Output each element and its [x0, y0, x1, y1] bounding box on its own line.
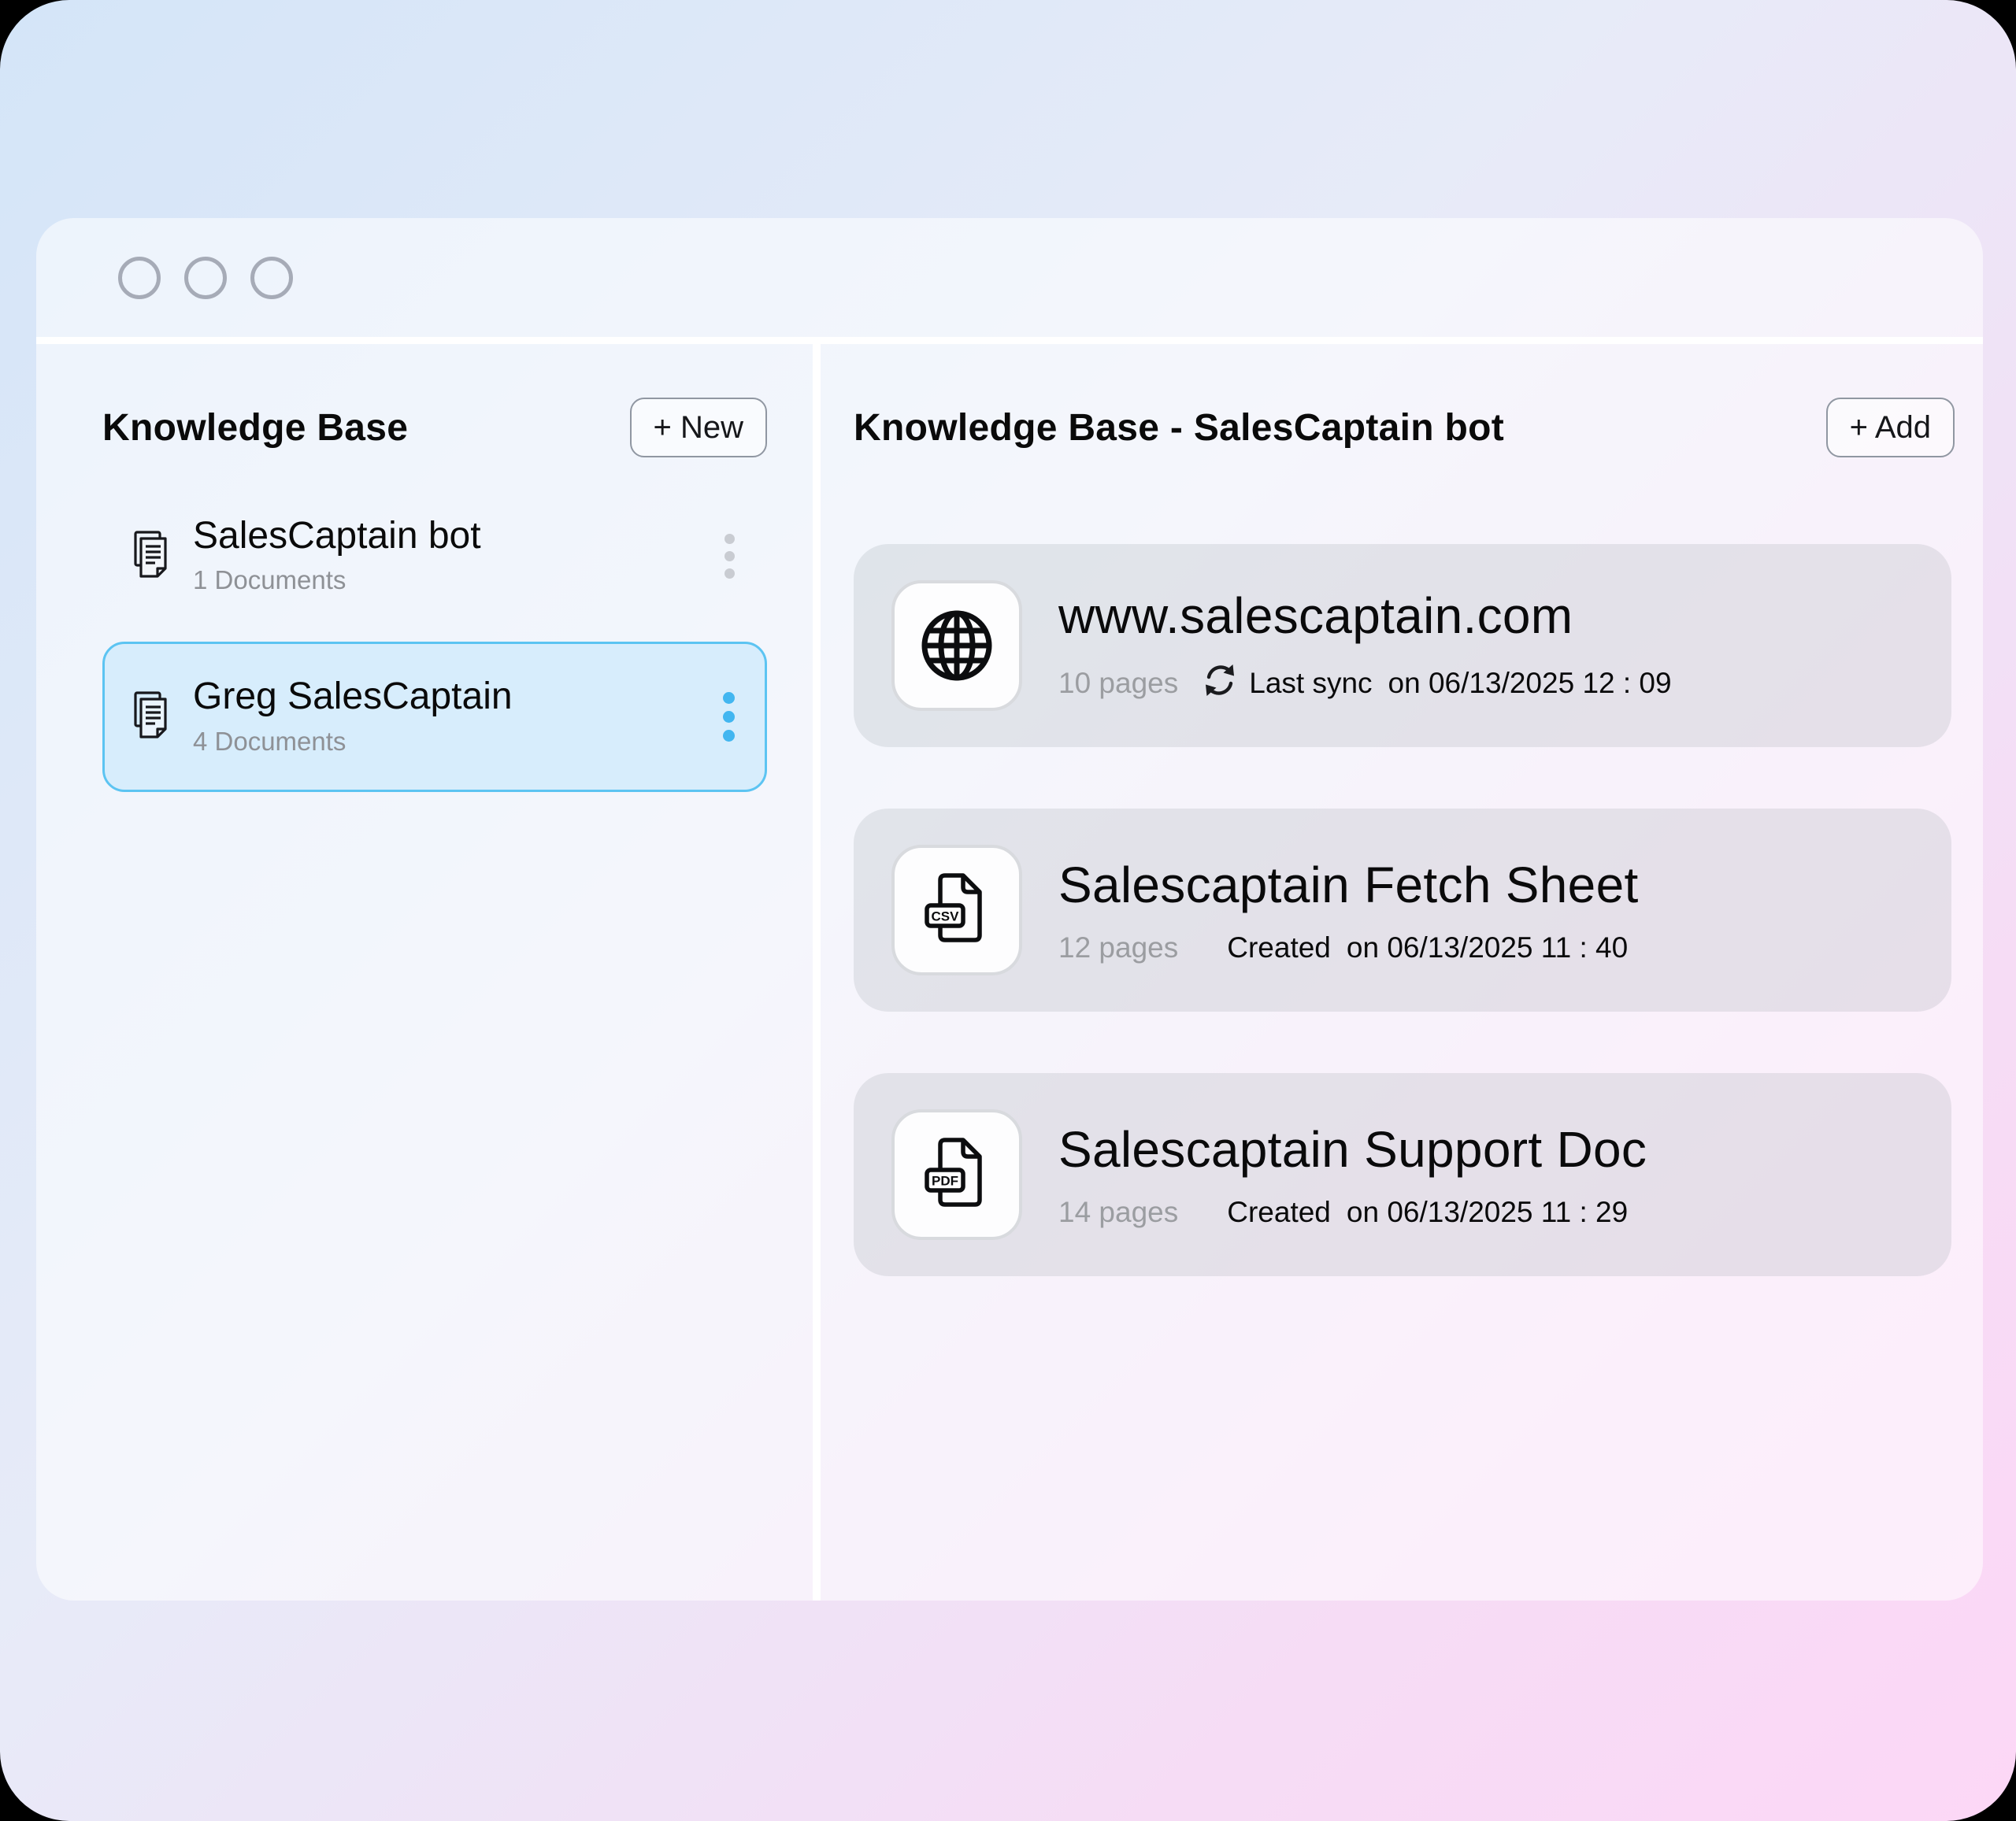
- svg-text:CSV: CSV: [932, 909, 960, 924]
- main-panel: Knowledge Base - SalesCaptain bot + Add: [821, 344, 1983, 1601]
- window-content: Knowledge Base + New: [36, 344, 1983, 1601]
- sidebar: Knowledge Base + New: [36, 344, 813, 1601]
- kebab-dot: [723, 692, 735, 704]
- main-header: Knowledge Base - SalesCaptain bot + Add: [854, 398, 1955, 457]
- sidebar-item-text: Greg SalesCaptain 4 Documents: [193, 677, 513, 756]
- card-body: Salescaptain Fetch Sheet 12 pages Create…: [1058, 856, 1639, 964]
- kebab-dot: [723, 711, 735, 723]
- document-cards: www.salescaptain.com 10 pages: [854, 544, 1955, 1276]
- card-pdf-document[interactable]: PDF Salescaptain Support Doc 14 pages Cr…: [854, 1073, 1951, 1276]
- documents-icon: [125, 528, 171, 584]
- card-body: Salescaptain Support Doc 14 pages Create…: [1058, 1120, 1647, 1229]
- card-status-label: Created: [1227, 931, 1331, 964]
- sidebar-item-subtitle: 4 Documents: [193, 727, 513, 757]
- kebab-dot: [724, 551, 735, 561]
- card-status-date: on 06/13/2025 11 : 40: [1347, 931, 1628, 964]
- svg-text:PDF: PDF: [932, 1174, 958, 1189]
- documents-icon: [125, 689, 171, 745]
- card-pages: 10 pages: [1058, 667, 1178, 700]
- add-button[interactable]: + Add: [1826, 398, 1955, 457]
- window-control-circle-2[interactable]: [184, 257, 227, 299]
- window-control-circle-3[interactable]: [250, 257, 293, 299]
- csv-file-icon: CSV: [891, 845, 1022, 975]
- card-status-label: Last sync: [1249, 667, 1372, 700]
- pdf-file-icon: PDF: [891, 1109, 1022, 1240]
- kebab-dot: [724, 568, 735, 579]
- sidebar-item-salescaptain-bot[interactable]: SalesCaptain bot 1 Documents: [102, 481, 767, 631]
- card-csv-document[interactable]: CSV Salescaptain Fetch Sheet 12 pages Cr…: [854, 809, 1951, 1012]
- app-window: Knowledge Base + New: [36, 218, 1983, 1601]
- card-website[interactable]: www.salescaptain.com 10 pages: [854, 544, 1951, 747]
- new-button[interactable]: + New: [630, 398, 768, 457]
- sidebar-item-greg-salescaptain[interactable]: Greg SalesCaptain 4 Documents: [102, 642, 767, 791]
- kebab-menu-icon[interactable]: [715, 529, 744, 583]
- card-meta: 12 pages Created on 06/13/2025 11 : 40: [1058, 931, 1639, 964]
- sidebar-item-title: SalesCaptain bot: [193, 516, 481, 556]
- card-title: Salescaptain Fetch Sheet: [1058, 856, 1639, 914]
- card-status-date: on 06/13/2025 12 : 09: [1388, 667, 1672, 700]
- kebab-menu-icon[interactable]: [713, 687, 744, 746]
- card-body: www.salescaptain.com 10 pages: [1058, 587, 1672, 705]
- card-pages: 12 pages: [1058, 931, 1178, 964]
- kebab-dot: [724, 534, 735, 544]
- sidebar-item-text: SalesCaptain bot 1 Documents: [193, 516, 481, 595]
- panel-divider: [813, 344, 821, 1601]
- main-title: Knowledge Base - SalesCaptain bot: [854, 406, 1504, 450]
- window-titlebar: [36, 218, 1983, 344]
- knowledge-base-list: SalesCaptain bot 1 Documents: [102, 481, 767, 792]
- sync-icon: [1202, 662, 1238, 705]
- kebab-dot: [723, 730, 735, 742]
- sidebar-header: Knowledge Base + New: [102, 398, 767, 457]
- card-pages: 14 pages: [1058, 1196, 1178, 1229]
- sidebar-item-subtitle: 1 Documents: [193, 565, 481, 595]
- sidebar-item-title: Greg SalesCaptain: [193, 677, 513, 716]
- globe-icon: [891, 580, 1022, 711]
- card-status-date: on 06/13/2025 11 : 29: [1347, 1196, 1628, 1229]
- sidebar-title: Knowledge Base: [102, 406, 408, 450]
- page-background: Knowledge Base + New: [0, 0, 2016, 1821]
- card-title: www.salescaptain.com: [1058, 587, 1672, 645]
- card-status-label: Created: [1227, 1196, 1331, 1229]
- card-title: Salescaptain Support Doc: [1058, 1120, 1647, 1179]
- card-meta: 10 pages: [1058, 662, 1672, 705]
- window-control-circle-1[interactable]: [118, 257, 161, 299]
- card-meta: 14 pages Created on 06/13/2025 11 : 29: [1058, 1196, 1647, 1229]
